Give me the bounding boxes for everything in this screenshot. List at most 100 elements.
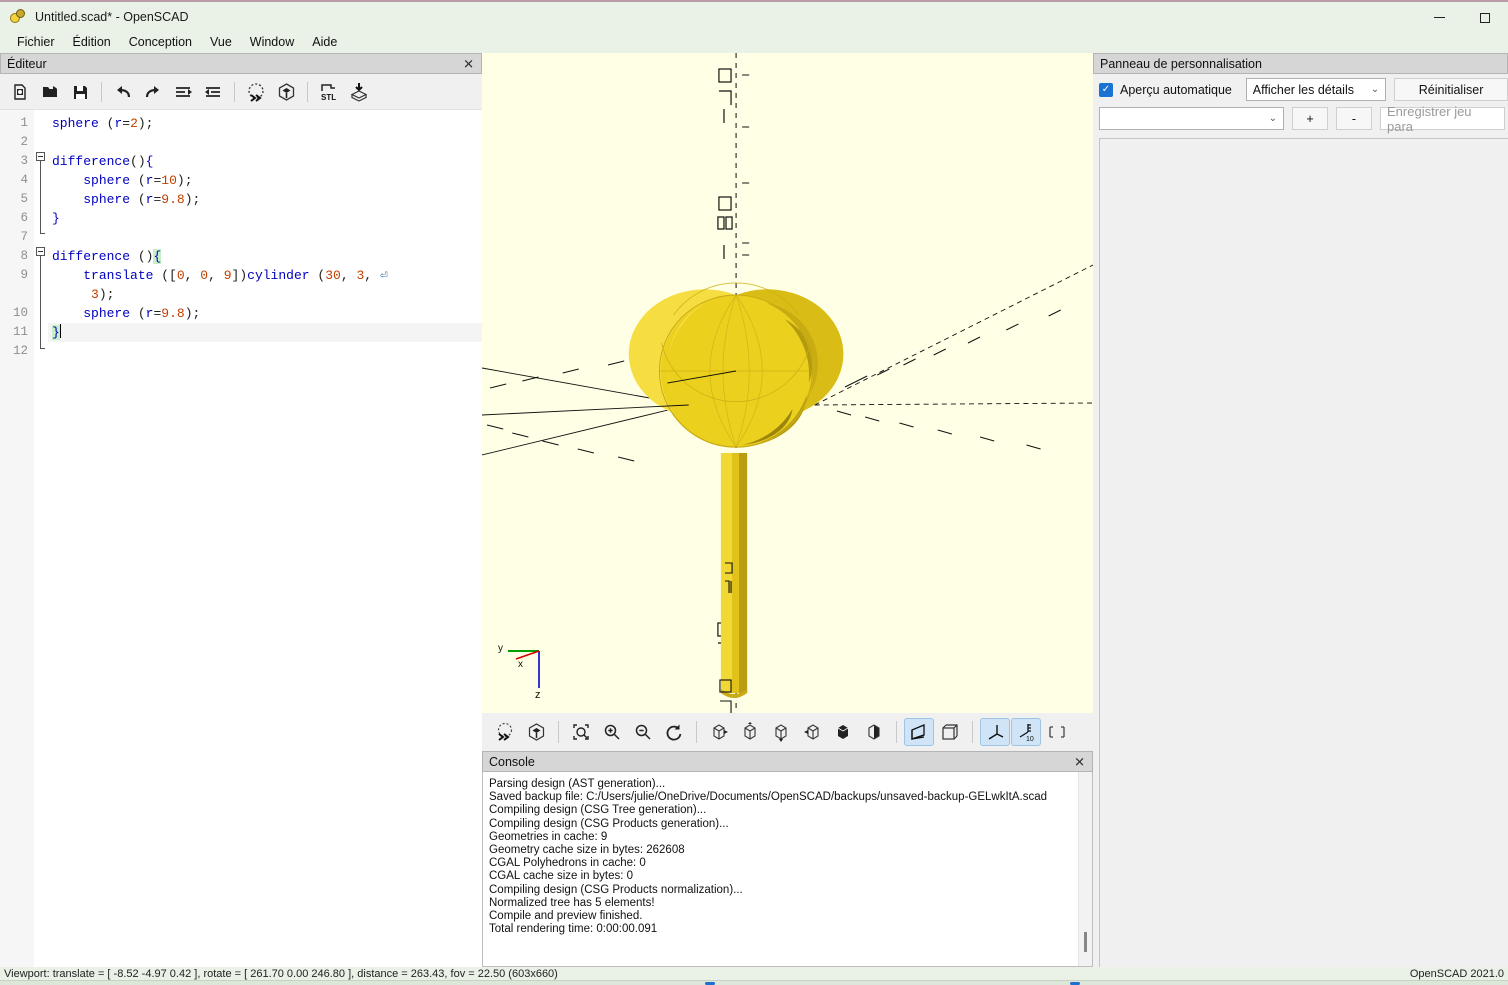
menu-vue[interactable]: Vue [201, 33, 241, 51]
fold-guide-end [40, 348, 45, 349]
fold-guide [40, 256, 41, 348]
add-preset-button[interactable]: + [1292, 107, 1328, 130]
viewport-column: y x z 10 Console ✕ Parsing design (AST g… [482, 53, 1093, 967]
orthogonal-icon[interactable] [935, 718, 965, 746]
viewport-status-text: Viewport: translate = [ -8.52 -4.97 0.42… [4, 967, 558, 980]
code-line: } [52, 211, 60, 226]
minimize-button[interactable] [1416, 2, 1462, 33]
viewport-toolbar-separator-2 [696, 721, 697, 743]
menu-aide[interactable]: Aide [303, 33, 346, 51]
3d-viewport[interactable]: y x z [482, 53, 1093, 713]
add-preset-label: + [1306, 111, 1314, 126]
console-line: Parsing design (AST generation)... [489, 778, 666, 790]
close-icon[interactable]: ✕ [463, 57, 474, 70]
line-number: 4 [20, 173, 28, 187]
toolbar-separator-1 [101, 81, 102, 102]
customizer-row-1: ✓ Aperçu automatique Afficher les détail… [1099, 78, 1508, 101]
open-file-icon[interactable] [36, 78, 64, 106]
code-text-area[interactable]: sphere (r=2); difference(){ sphere (r=10… [48, 110, 482, 967]
unindent-icon[interactable] [169, 78, 197, 106]
show-edges-icon[interactable] [1042, 718, 1072, 746]
preview-icon[interactable] [242, 78, 270, 106]
preview-icon[interactable] [490, 718, 520, 746]
console-scrollbar[interactable] [1078, 772, 1092, 966]
detail-level-select[interactable]: Afficher les détails ⌄ [1245, 78, 1387, 101]
zoom-out-icon[interactable] [628, 718, 658, 746]
remove-preset-button[interactable]: - [1336, 107, 1372, 130]
editor-fold-column[interactable] [34, 110, 48, 967]
zoom-in-icon[interactable] [597, 718, 627, 746]
undo-icon[interactable] [109, 78, 137, 106]
show-scale-markers-icon[interactable]: 10 [1011, 718, 1041, 746]
export-stl-icon[interactable]: STL [315, 78, 343, 106]
show-axes-icon[interactable] [980, 718, 1010, 746]
viewport-toolbar-separator-1 [558, 721, 559, 743]
perspective-icon[interactable] [904, 718, 934, 746]
viewport-toolbar: 10 [482, 713, 1093, 751]
console-panel: Console ✕ Parsing design (AST generation… [482, 751, 1093, 967]
save-preset-input[interactable]: Enregistrer jeu para [1380, 104, 1505, 134]
save-preset-placeholder: Enregistrer jeu para [1387, 103, 1472, 134]
save-file-icon[interactable] [66, 78, 94, 106]
console-scrollbar-thumb[interactable] [1084, 932, 1087, 952]
toolbar-separator-2 [234, 81, 235, 102]
remove-preset-label: - [1351, 111, 1357, 126]
axis-label-z: z [535, 689, 541, 698]
line-number: 5 [20, 192, 28, 206]
line-number: 2 [20, 135, 28, 149]
view-top-icon[interactable] [735, 718, 765, 746]
editor-dock-title-label: Éditeur [7, 56, 47, 71]
render-icon[interactable] [521, 718, 551, 746]
code-line: difference (){ [52, 249, 162, 264]
view-front-icon[interactable] [828, 718, 858, 746]
customizer-row-2: ⌄ + - Enregistrer jeu para [1099, 104, 1508, 134]
taskbar [0, 980, 1508, 985]
export-generic-icon[interactable] [345, 78, 373, 106]
line-number: 12 [12, 344, 28, 358]
customizer-parameter-list[interactable] [1099, 138, 1508, 967]
render-icon[interactable] [272, 78, 300, 106]
checkbox-checked-icon[interactable]: ✓ [1099, 82, 1113, 97]
console-dock-title: Console ✕ [482, 751, 1093, 772]
menu-window[interactable]: Window [241, 33, 303, 51]
toolbar-separator-3 [307, 81, 308, 102]
fold-guide-end [40, 233, 45, 234]
menu-edition[interactable]: Édition [64, 33, 120, 51]
new-file-icon[interactable] [6, 78, 34, 106]
editor-toolbar: STL [0, 74, 482, 110]
reset-button[interactable]: Réinitialiser [1394, 78, 1508, 101]
reset-view-icon[interactable] [659, 718, 689, 746]
console-line: CGAL Polyhedrons in cache: 0 [489, 857, 646, 870]
axis-indicator: y x z [494, 638, 554, 698]
preset-select[interactable]: ⌄ [1099, 107, 1284, 130]
fold-toggle-icon[interactable] [36, 247, 45, 256]
code-line: difference(){ [52, 154, 154, 169]
indent-icon[interactable] [199, 78, 227, 106]
view-bottom-icon[interactable] [766, 718, 796, 746]
model-sphere [628, 282, 844, 448]
menu-conception[interactable]: Conception [120, 33, 201, 51]
view-left-icon[interactable] [797, 718, 827, 746]
maximize-button[interactable] [1462, 2, 1508, 33]
fold-toggle-icon[interactable] [36, 152, 45, 161]
code-line: sphere (r=9.8); [83, 192, 201, 207]
menu-fichier[interactable]: Fichier [8, 33, 64, 51]
editor-gutter: 1 2 3 4 5 6 7 8 9 10 11 12 [0, 110, 34, 967]
redo-icon[interactable] [139, 78, 167, 106]
line-number: 1 [20, 116, 28, 130]
chevron-down-icon: ⌄ [1370, 84, 1380, 95]
view-back-icon[interactable] [859, 718, 889, 746]
view-right-icon[interactable] [704, 718, 734, 746]
auto-preview-checkbox-group[interactable]: ✓ Aperçu automatique [1099, 82, 1238, 97]
code-line: sphere (r=10); [83, 173, 193, 188]
console-line: Compile and preview finished. [489, 910, 643, 923]
console-line: Saved backup file: C:/Users/julie/OneDri… [489, 791, 1048, 804]
zoom-all-icon[interactable] [566, 718, 596, 746]
axis-label-y: y [498, 643, 503, 654]
line-number: 7 [20, 230, 28, 244]
code-line: 3); [91, 287, 115, 302]
close-icon[interactable]: ✕ [1074, 755, 1085, 768]
code-editor[interactable]: 1 2 3 4 5 6 7 8 9 10 11 12 sphere (r=2);… [0, 110, 482, 967]
console-output[interactable]: Parsing design (AST generation)... Saved… [482, 772, 1093, 967]
